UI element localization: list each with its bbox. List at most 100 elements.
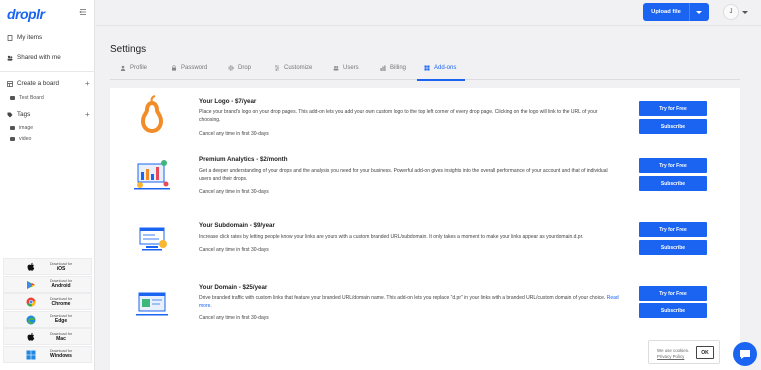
tab-add-ons[interactable]: Add-ons	[424, 65, 456, 71]
sidebar-item-my-items[interactable]: My items	[7, 34, 42, 41]
sidebar-item-create-board[interactable]: Create a board	[7, 80, 59, 87]
collapse-sidebar-icon[interactable]	[79, 8, 87, 16]
download-edge-button[interactable]: Download for Edge	[3, 310, 92, 328]
tab-label: Drop	[238, 65, 252, 71]
pear-logo-icon	[140, 95, 164, 134]
tag-small-icon	[10, 126, 15, 130]
addons-icon	[424, 65, 430, 71]
sidebar-item-shared[interactable]: Shared with me	[7, 54, 61, 61]
tab-password[interactable]: Password	[171, 65, 207, 71]
download-text: Download for iOS	[42, 262, 80, 272]
tag-label: image	[19, 125, 34, 131]
try-for-free-button[interactable]: Try for Free	[639, 222, 707, 237]
download-platform: Edge	[54, 318, 68, 324]
tab-drop[interactable]: Drop	[228, 65, 251, 71]
gear-icon	[228, 65, 234, 71]
droplr-logo[interactable]: droplr	[7, 6, 45, 22]
tag-item[interactable]: image	[10, 125, 33, 131]
tab-customize[interactable]: Customize	[274, 65, 312, 71]
addon-cancel-note: Cancel any time in first 30-days	[199, 131, 269, 137]
sidebar-item-label: Shared with me	[17, 54, 61, 61]
cookie-text: We use cookies.	[657, 348, 690, 353]
lock-icon	[172, 65, 176, 71]
addon-description: Drive branded traffic with custom links …	[199, 295, 619, 310]
subscribe-button[interactable]: Subscribe	[639, 240, 707, 255]
windows-icon	[26, 350, 36, 359]
account-menu-chevron-icon[interactable]	[742, 11, 748, 14]
sidebar-item-label: Tags	[17, 111, 31, 118]
download-text: Download for Chrome	[42, 297, 80, 307]
cookie-ok-button[interactable]: OK	[696, 346, 714, 359]
addon-title: Your Domain - $25/year	[199, 284, 268, 291]
active-tab-indicator	[417, 79, 465, 81]
addon-description-text: Increase click rates by letting people k…	[199, 234, 584, 240]
subdomain-illustration-icon	[139, 227, 167, 251]
download-platform: Mac	[56, 335, 66, 342]
tab-label: Profile	[130, 65, 148, 71]
chat-launcher-button[interactable]	[733, 342, 757, 366]
domain-illustration-icon	[136, 292, 168, 316]
download-text: Download for Android	[42, 279, 80, 289]
addon-description: Place your brand's logo on your drop pag…	[199, 109, 619, 124]
addons-panel: Your Logo - $7/year Place your brand's l…	[110, 88, 740, 370]
tab-users[interactable]: Users	[333, 65, 359, 71]
board-label: Test Board	[19, 95, 44, 101]
subscribe-button[interactable]: Subscribe	[639, 303, 707, 318]
try-for-free-button[interactable]: Try for Free	[639, 286, 707, 301]
bars-icon	[380, 65, 386, 71]
try-for-free-button[interactable]: Try for Free	[639, 101, 707, 116]
addon-description-text: Drive branded traffic with custom links …	[199, 295, 606, 301]
subscribe-button[interactable]: Subscribe	[639, 176, 707, 191]
download-text: Download for Edge	[42, 314, 80, 324]
download-ios-button[interactable]: Download for iOS	[3, 258, 92, 275]
board-item[interactable]: Test Board	[10, 95, 44, 101]
divider	[0, 71, 95, 72]
users-icon	[333, 66, 339, 71]
download-platform: Chrome	[51, 300, 71, 307]
board-icon	[7, 80, 13, 87]
download-chrome-button[interactable]: Download for Chrome	[3, 293, 92, 310]
addon-description: Get a deeper understanding of your drops…	[199, 168, 619, 183]
addon-cancel-note: Cancel any time in first 30-days	[199, 315, 269, 321]
tab-billing[interactable]: Billing	[380, 65, 406, 71]
settings-tabs: Profile Password Drop Customize Users Bi…	[110, 62, 740, 80]
addon-cancel-note: Cancel any time in first 30-days	[199, 189, 269, 195]
sidebar-item-label: Create a board	[17, 80, 60, 87]
chevron-down-icon[interactable]	[696, 10, 702, 14]
download-platform: iOS	[56, 265, 66, 272]
download-android-button[interactable]: Download for Android	[3, 275, 92, 293]
tab-label: Billing	[390, 65, 407, 71]
subscribe-button[interactable]: Subscribe	[639, 119, 707, 134]
board-thumb-icon	[10, 96, 15, 100]
tag-icon	[7, 112, 13, 117]
avatar[interactable]: J	[723, 4, 739, 20]
download-mac-button[interactable]: Download for Mac	[3, 328, 92, 345]
edge-icon	[26, 315, 36, 324]
add-board-icon[interactable]: +	[85, 80, 90, 88]
tag-item[interactable]: video	[10, 136, 31, 142]
download-windows-button[interactable]: Download for Windows	[3, 345, 92, 363]
people-icon	[7, 55, 13, 61]
analytics-illustration-icon	[134, 160, 170, 190]
cookie-banner: We use cookies. Privacy Policy OK	[648, 340, 720, 364]
addon-description-text: Place your brand's logo on your drop pag…	[199, 109, 598, 123]
tab-label: Customize	[284, 65, 313, 71]
download-list: Download for iOS Download for Android Do…	[3, 258, 92, 363]
addon-description-text: Get a deeper understanding of your drops…	[199, 168, 608, 182]
try-for-free-button[interactable]: Try for Free	[639, 158, 707, 173]
sidebar-item-tags[interactable]: Tags	[7, 111, 30, 118]
download-platform: Android	[51, 283, 71, 289]
addon-description: Increase click rates by letting people k…	[199, 234, 619, 242]
header-divider	[96, 25, 761, 26]
privacy-policy-link[interactable]: Privacy Policy	[657, 354, 684, 359]
tab-profile[interactable]: Profile	[120, 65, 147, 71]
sliders-icon	[275, 65, 279, 71]
tag-label: video	[19, 136, 32, 142]
download-platform: Windows	[50, 353, 72, 359]
apple-icon	[27, 332, 35, 341]
upload-label: Upload file	[651, 9, 681, 15]
add-tag-icon[interactable]: +	[85, 111, 90, 119]
tab-label: Password	[181, 65, 208, 71]
upload-file-button[interactable]: Upload file	[643, 3, 709, 21]
file-icon	[7, 34, 13, 41]
